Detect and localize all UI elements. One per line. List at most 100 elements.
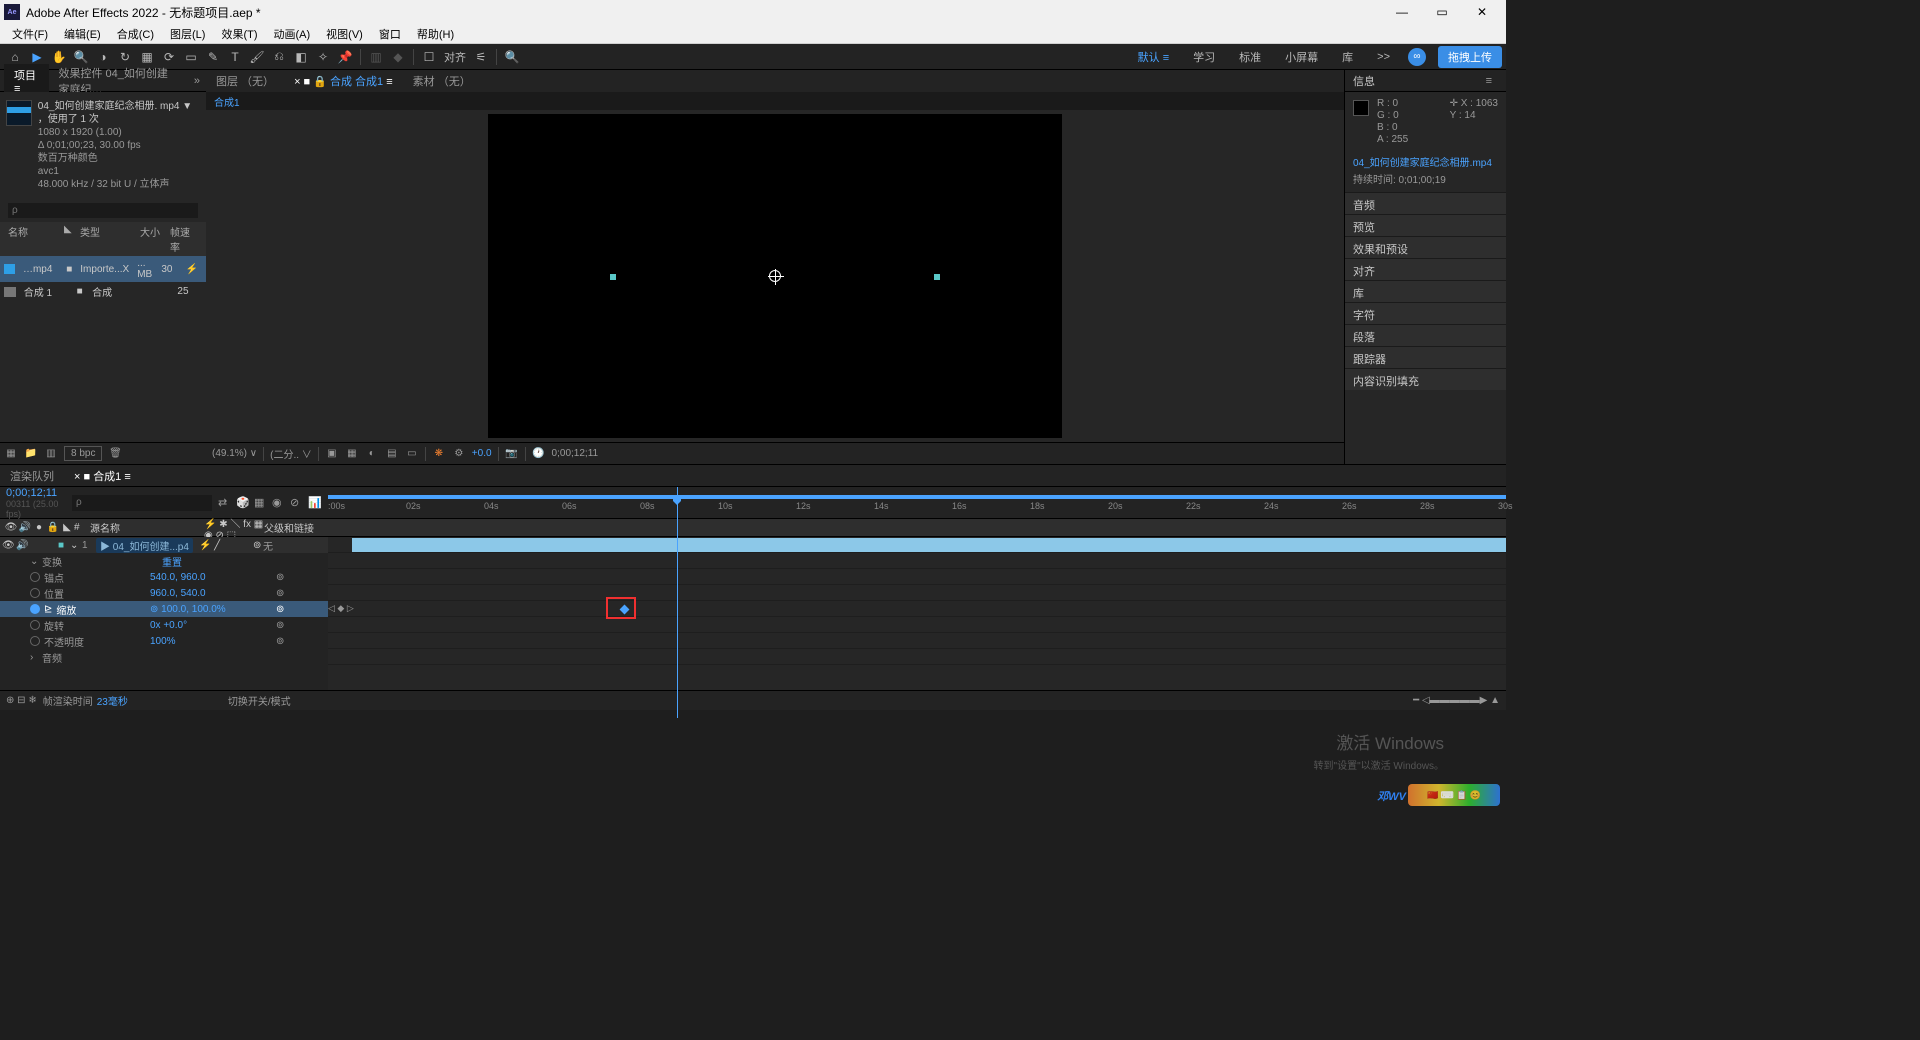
panel-tracker[interactable]: 跟踪器 — [1345, 346, 1506, 368]
stopwatch-anchor-icon[interactable] — [30, 572, 40, 582]
mask-mode-icon[interactable]: ▥ — [367, 48, 385, 66]
project-item-video[interactable]: …mp4 ■ Importe...X ... MB 30 ⚡ — [0, 256, 206, 282]
search-help-icon[interactable]: 🔍 — [503, 48, 521, 66]
menu-animation[interactable]: 动画(A) — [266, 26, 319, 42]
close-button[interactable]: ✕ — [1462, 0, 1502, 24]
panel-libraries[interactable]: 库 — [1345, 280, 1506, 302]
prop-rotation[interactable]: 旋转 0x +0.0° ⊚ — [0, 617, 328, 633]
layer-row-1[interactable]: 👁🔊 ■ ⌄ 1 ▶ 04_如何创建...p4 ⚡ ╱ ⊚ 无 — [0, 537, 328, 553]
project-panel-menu-icon[interactable]: » — [188, 75, 206, 87]
audio-group[interactable]: › 音频 — [0, 649, 328, 665]
project-item-comp[interactable]: 合成 1 ■ 合成 25 — [0, 282, 206, 301]
transform-handle-left[interactable] — [610, 274, 616, 280]
new-comp-icon[interactable]: ▥ — [44, 447, 58, 461]
project-search-input[interactable] — [8, 203, 198, 218]
draft3d-icon[interactable]: 🎲 — [236, 496, 250, 510]
prop-opacity[interactable]: 不透明度 100% ⊚ — [0, 633, 328, 649]
layer-name[interactable]: ▶ 04_如何创建...p4 — [96, 538, 193, 553]
comp-breadcrumb[interactable]: 合成1 — [206, 92, 1344, 110]
roi-icon[interactable]: ▣ — [325, 447, 339, 461]
panel-content-aware[interactable]: 内容识别填充 — [1345, 368, 1506, 390]
anchor-point-icon[interactable] — [769, 270, 781, 282]
panel-effects-presets[interactable]: 效果和预设 — [1345, 236, 1506, 258]
workspace-library[interactable]: 库 — [1336, 47, 1359, 67]
exposure-value[interactable]: +0.0 — [472, 448, 492, 459]
workspace-small[interactable]: 小屏幕 — [1279, 47, 1324, 67]
asset-thumbnail[interactable] — [6, 100, 32, 126]
panel-paragraph[interactable]: 段落 — [1345, 324, 1506, 346]
pen-tool-icon[interactable]: ✎ — [204, 48, 222, 66]
prop-position[interactable]: 位置 960.0, 540.0 ⊚ — [0, 585, 328, 601]
tab-render-queue[interactable]: 渲染队列 — [0, 465, 64, 487]
transparency-icon[interactable]: ▦ — [345, 447, 359, 461]
col-source-name[interactable]: 源名称 — [86, 520, 204, 535]
delete-icon[interactable]: 🗑 — [108, 447, 122, 461]
preview-time-value[interactable]: 0;00;12;11 — [552, 448, 599, 459]
channel-icon[interactable]: ▭ — [405, 447, 419, 461]
toggle-switches-icon[interactable]: ⊕ ⊟ ❄ — [6, 695, 37, 706]
comp-mini-flow-icon[interactable]: ⇄ — [218, 496, 232, 510]
menu-composition[interactable]: 合成(C) — [109, 26, 162, 42]
clone-tool-icon[interactable]: ⎌ — [270, 48, 288, 66]
prop-scale[interactable]: ⊵ 缩放 ⊚ 100.0, 100.0% ⊚ — [0, 601, 328, 617]
stopwatch-position-icon[interactable] — [30, 588, 40, 598]
current-time-display[interactable]: 0;00;12;11 — [6, 487, 64, 499]
menu-file[interactable]: 文件(F) — [4, 26, 56, 42]
workspace-default[interactable]: 默认 ≡ — [1132, 47, 1175, 67]
zoom-dropdown[interactable]: (49.1%) ∨ — [212, 448, 257, 459]
toggle-modes-button[interactable]: 切换开关/模式 — [228, 693, 291, 708]
workspace-more[interactable]: >> — [1371, 49, 1396, 65]
mask-vis-icon[interactable]: ◐ — [365, 447, 379, 461]
eraser-tool-icon[interactable]: ◧ — [292, 48, 310, 66]
shape-mode-icon[interactable]: ◆ — [389, 48, 407, 66]
text-tool-icon[interactable]: T — [226, 48, 244, 66]
time-ruler[interactable]: :00s02s04s06s08s10s12s14s16s18s20s22s24s… — [328, 487, 1506, 518]
workspace-standard[interactable]: 标准 — [1233, 47, 1267, 67]
panel-align[interactable]: 对齐 — [1345, 258, 1506, 280]
tab-layer-none[interactable]: 图层 （无） — [206, 70, 284, 92]
new-folder-icon[interactable]: 📁 — [24, 447, 38, 461]
menu-help[interactable]: 帮助(H) — [409, 26, 462, 42]
maximize-button[interactable]: ▭ — [1422, 0, 1462, 24]
panel-character[interactable]: 字符 — [1345, 302, 1506, 324]
composition-viewer[interactable] — [206, 110, 1344, 442]
resolution-dropdown[interactable]: (二分.. ∨ — [270, 446, 312, 461]
stopwatch-rotation-icon[interactable] — [30, 620, 40, 630]
solo-header-icon[interactable]: ● — [32, 522, 46, 533]
graph-editor-icon[interactable]: 📊 — [308, 496, 322, 510]
video-toggle-header-icon[interactable]: 👁 — [4, 522, 18, 533]
label-header-icon[interactable]: ◣ — [60, 522, 74, 533]
minimize-button[interactable]: — — [1382, 0, 1422, 24]
guides-icon[interactable]: ▤ — [385, 447, 399, 461]
cloud-icon[interactable]: ∞ — [1408, 48, 1426, 66]
layer-clip-bar[interactable] — [352, 538, 1506, 552]
menu-layer[interactable]: 图层(L) — [162, 26, 213, 42]
info-panel-menu-icon[interactable]: ≡ — [1480, 75, 1498, 87]
composition-canvas[interactable] — [488, 114, 1062, 438]
playhead-line[interactable] — [677, 537, 678, 690]
panel-preview[interactable]: 预览 — [1345, 214, 1506, 236]
puppet-tool-icon[interactable]: 📌 — [336, 48, 354, 66]
brush-tool-icon[interactable]: 🖌 — [248, 48, 266, 66]
bpc-button[interactable]: 8 bpc — [64, 446, 102, 461]
frame-blend-icon[interactable]: ◉ — [272, 496, 286, 510]
transform-group[interactable]: ⌄ 变换 重置 — [0, 553, 328, 569]
snap-checkbox[interactable]: ☐ — [420, 48, 438, 66]
timeline-search-input[interactable] — [72, 495, 212, 511]
work-area-bar[interactable] — [328, 495, 1506, 499]
audio-toggle-header-icon[interactable]: 🔊 — [18, 522, 32, 533]
menu-edit[interactable]: 编辑(E) — [56, 26, 109, 42]
menu-effect[interactable]: 效果(T) — [213, 26, 265, 42]
color-mgmt-icon[interactable]: ❋ — [432, 447, 446, 461]
upload-button[interactable]: 拖拽上传 — [1438, 46, 1502, 68]
info-panel-tab[interactable]: 信息 ≡ — [1345, 70, 1506, 92]
lock-header-icon[interactable]: 🔒 — [46, 522, 60, 533]
reset-exposure-icon[interactable]: ⚙ — [452, 447, 466, 461]
stopwatch-opacity-icon[interactable] — [30, 636, 40, 646]
roto-tool-icon[interactable]: ✧ — [314, 48, 332, 66]
tab-timeline-comp[interactable]: × ■ 合成1 ≡ — [64, 465, 141, 487]
motion-blur-icon[interactable]: ⊘ — [290, 496, 304, 510]
preview-time-icon[interactable]: 🕐 — [532, 447, 546, 461]
shy-icon[interactable]: ▦ — [254, 496, 268, 510]
timeline-tracks[interactable]: ◁ ◆ ▷ — [328, 537, 1506, 690]
